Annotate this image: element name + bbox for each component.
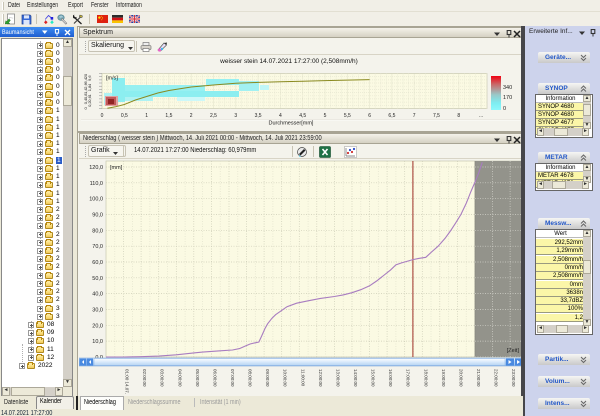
svg-text:16:00:00: 16:00:00 [388,369,393,387]
svg-text:04:00:00: 04:00:00 [177,369,182,387]
svg-text:60,0: 60,0 [92,260,103,266]
svg-text:0,5: 0,5 [121,113,128,119]
svg-text:340: 340 [503,85,512,91]
svg-text:90,0: 90,0 [92,213,103,219]
svg-text:10,0: 10,0 [92,339,103,345]
svg-text:6,5: 6,5 [388,113,395,119]
svg-text:110,0: 110,0 [90,181,103,187]
svg-text:80,0: 80,0 [92,228,103,234]
svg-text:4,5: 4,5 [299,113,306,119]
svg-text:40,0: 40,0 [92,292,103,298]
svg-text:3,5: 3,5 [255,113,262,119]
svg-text:17:00:00: 17:00:00 [406,369,411,387]
svg-text:0: 0 [101,113,104,119]
svg-text:5: 5 [324,113,327,119]
svg-text:18:00:00: 18:00:00 [423,369,428,387]
svg-text:23:00:00: 23:00:00 [511,369,516,387]
svg-text:20: 20 [83,73,88,78]
svg-text:01:00 14.07.: 01:00 14.07. [125,369,130,394]
svg-text:19:00:00: 19:00:00 [441,369,446,387]
svg-text:20:00:00: 20:00:00 [458,369,463,387]
svg-text:02:00:00: 02:00:00 [142,369,147,387]
svg-text:50,0: 50,0 [92,276,103,282]
svg-text:Durchmesser[mm]: Durchmesser[mm] [269,121,314,127]
svg-text:1,5: 1,5 [165,113,172,119]
svg-text:10:00:00: 10:00:00 [283,369,288,387]
svg-text:06:00:00: 06:00:00 [212,369,217,387]
svg-text:22:00:00: 22:00:00 [494,369,499,387]
svg-text:20,0: 20,0 [92,323,103,329]
svg-text:...: ... [479,113,483,119]
svg-text:14:00:00: 14:00:00 [353,369,358,387]
svg-text:05:00:00: 05:00:00 [195,369,200,387]
svg-text:[mm]: [mm] [110,165,123,171]
svg-text:1: 1 [145,113,148,119]
svg-text:0: 0 [503,106,506,112]
svg-text:70,0: 70,0 [92,244,103,250]
svg-text:08:00:00: 08:00:00 [248,369,253,387]
svg-text:weisser stein 14.07.2021 17:27: weisser stein 14.07.2021 17:27:00 (2,508… [219,58,358,65]
svg-text:7,5: 7,5 [433,113,440,119]
svg-text:170: 170 [503,95,512,101]
svg-text:09:00:00: 09:00:00 [265,369,270,387]
svg-text:21:00:00: 21:00:00 [476,369,481,387]
svg-text:7: 7 [413,113,416,119]
svg-text:07:00:00: 07:00:00 [230,369,235,387]
svg-text:120,0: 120,0 [89,165,103,171]
svg-text:[Zeit]: [Zeit] [507,348,520,354]
svg-text:13:00:00: 13:00:00 [335,369,340,387]
svg-text:2,5: 2,5 [210,113,217,119]
svg-text:03:00:00: 03:00:00 [160,369,165,387]
svg-text:8: 8 [457,113,460,119]
svg-text:100,0: 100,0 [89,197,103,203]
svg-text:4: 4 [279,113,282,119]
svg-text:5,5: 5,5 [344,113,351,119]
svg-text:30,0: 30,0 [92,308,103,314]
svg-text:11:00:00: 11:00:00 [300,369,305,387]
svg-text:12:00:00: 12:00:00 [318,369,323,387]
svg-text:[m/s]: [m/s] [106,76,118,82]
svg-text:2: 2 [190,113,193,119]
svg-text:15:00:00: 15:00:00 [371,369,376,387]
svg-text:3: 3 [234,113,237,119]
svg-text:6: 6 [368,113,371,119]
